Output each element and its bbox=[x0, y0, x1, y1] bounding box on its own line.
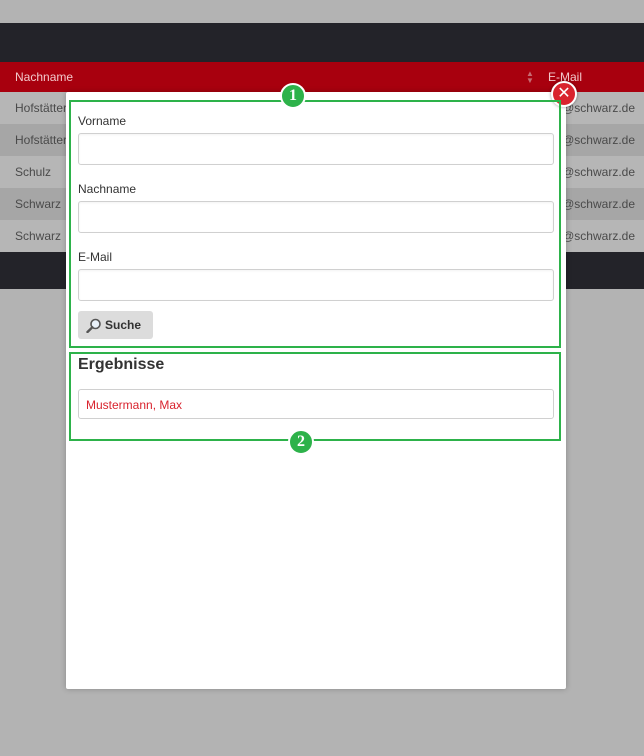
cell-lastname: Schwarz bbox=[15, 197, 62, 211]
annotation-box-2 bbox=[69, 352, 561, 441]
cell-email: @schwarz.de bbox=[562, 197, 635, 211]
cell-email: @schwarz.de bbox=[562, 165, 635, 179]
annotation-marker-1: 1 bbox=[280, 83, 306, 109]
annotation-marker-2: 2 bbox=[288, 429, 314, 455]
cell-lastname: Hofstätter bbox=[15, 133, 68, 147]
cell-email: @schwarz.de bbox=[562, 133, 635, 147]
cell-lastname: Schulz bbox=[15, 165, 52, 179]
app-top-bar bbox=[0, 23, 644, 62]
column-header-lastname: Nachname bbox=[15, 70, 74, 84]
screen: Nachname ▲ ▼ E-Mail Hofstätter @schwarz.d… bbox=[0, 0, 644, 756]
annotation-box-1 bbox=[69, 100, 561, 348]
cell-lastname: Hofstätter bbox=[15, 101, 68, 115]
table-header: Nachname ▲ ▼ E-Mail bbox=[0, 62, 644, 92]
sort-icon: ▲ ▼ bbox=[526, 69, 534, 85]
cell-lastname: Schwarz bbox=[15, 229, 62, 243]
cell-email: @schwarz.de bbox=[562, 229, 635, 243]
